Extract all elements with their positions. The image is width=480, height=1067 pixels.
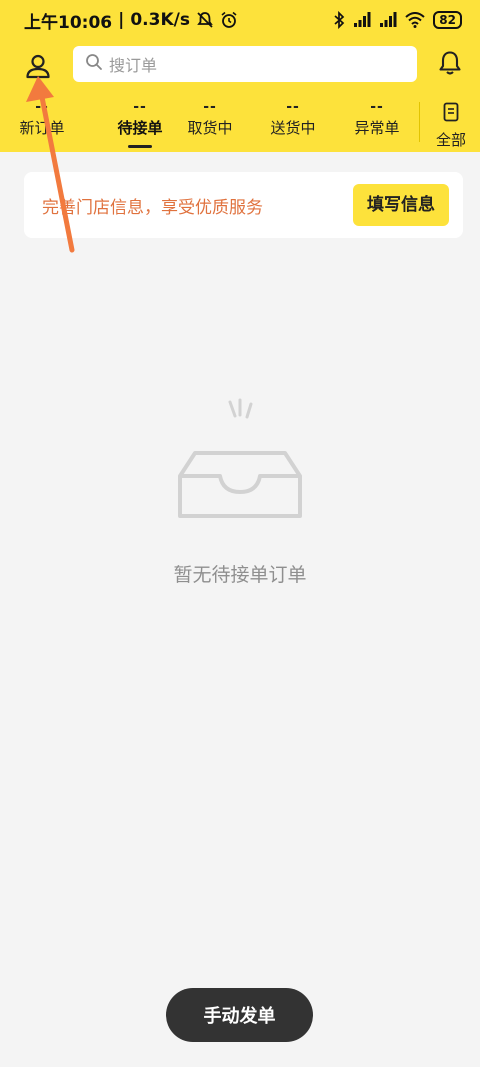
document-icon — [443, 102, 459, 126]
wifi-icon — [405, 12, 425, 28]
status-bar: 上午10:06 | 0.3K/s 82 — [0, 0, 480, 40]
tab-active-indicator — [128, 145, 152, 148]
profile-button[interactable] — [20, 50, 56, 86]
manual-dispatch-button[interactable]: 手动发单 — [166, 988, 313, 1042]
banner-text: 完善门店信息，享受优质服务 — [42, 197, 263, 218]
status-time: 上午10:06 — [24, 12, 113, 33]
search-icon — [85, 53, 103, 75]
order-tabs: -- 新订单 -- 待接单 -- 取货中 -- 送货中 -- 异常单 全部 — [0, 98, 480, 152]
tab-label: 取货中 — [187, 119, 233, 137]
tab-all[interactable]: 全部 — [426, 102, 476, 149]
tab-label: 新订单 — [19, 119, 65, 137]
status-right: 82 — [333, 11, 462, 29]
tab-new-orders[interactable]: -- 新订单 — [0, 98, 84, 152]
search-input[interactable]: 搜订单 — [73, 46, 417, 82]
store-info-banner: 完善门店信息，享受优质服务 填写信息 — [24, 172, 463, 238]
battery-icon: 82 — [433, 11, 462, 29]
empty-state-text: 暂无待接单订单 — [173, 564, 307, 586]
bluetooth-icon — [333, 11, 345, 29]
tab-divider — [419, 102, 420, 142]
status-net-speed: 0.3K/s — [130, 10, 190, 30]
tab-delivering[interactable]: -- 送货中 — [251, 98, 335, 152]
status-separator: | — [118, 10, 125, 30]
bell-icon — [438, 50, 462, 80]
tab-all-label: 全部 — [435, 131, 466, 149]
mute-icon — [196, 11, 214, 29]
tab-count: -- — [370, 99, 384, 115]
tab-label: 异常单 — [354, 119, 400, 137]
empty-inbox-icon — [175, 398, 305, 526]
tab-count: -- — [203, 99, 217, 115]
notification-button[interactable] — [434, 48, 466, 82]
header: 搜订单 -- 新订单 -- 待接单 -- 取货中 -- 送货中 -- 异常单 全… — [0, 40, 480, 152]
tab-count: -- — [286, 99, 300, 115]
fill-info-button[interactable]: 填写信息 — [353, 184, 449, 226]
search-placeholder: 搜订单 — [109, 56, 158, 75]
user-icon — [25, 53, 51, 83]
tab-count: -- — [35, 99, 49, 115]
alarm-icon — [220, 11, 238, 29]
tab-exception[interactable]: -- 异常单 — [335, 98, 419, 152]
status-left: 上午10:06 | 0.3K/s — [24, 8, 238, 33]
signal-icon — [353, 12, 371, 28]
signal-icon — [379, 12, 397, 28]
tab-label: 送货中 — [270, 119, 316, 137]
tab-picking-up[interactable]: -- 取货中 — [168, 98, 252, 152]
